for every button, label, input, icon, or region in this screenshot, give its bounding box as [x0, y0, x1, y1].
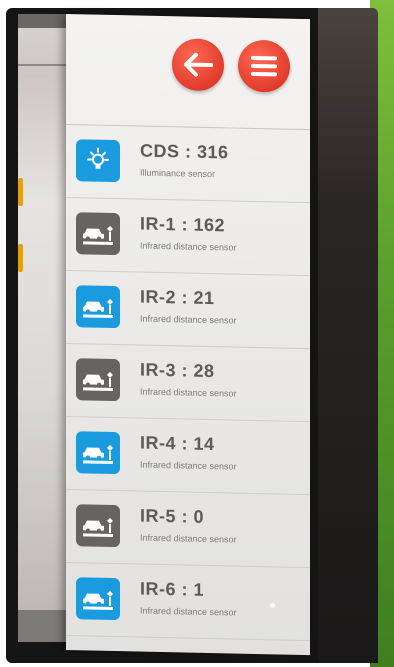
sensor-list: CDS : 316 Illuminance sensor IR-1 : 162 …	[66, 125, 310, 642]
sensor-type: Illuminance sensor	[140, 167, 216, 180]
background-tab-marker	[18, 178, 23, 206]
car-distance-icon	[76, 504, 120, 548]
screen-glare	[270, 603, 275, 608]
panel-header	[66, 14, 310, 131]
sensor-value: CDS : 316	[140, 140, 229, 163]
hamburger-menu-icon	[250, 55, 278, 78]
arrow-left-icon	[183, 52, 213, 77]
sensor-type: Infrared distance sensor	[140, 605, 237, 618]
sensor-row-ir-4[interactable]: IR-4 : 14 Infrared distance sensor	[66, 417, 310, 496]
sensor-row-cds[interactable]: CDS : 316 Illuminance sensor	[66, 125, 310, 204]
car-distance-icon	[76, 212, 120, 256]
tablet-bezel	[318, 8, 378, 663]
background-divider	[18, 64, 70, 66]
car-distance-icon	[76, 285, 120, 329]
sensor-value: IR-3 : 28	[140, 359, 215, 382]
back-button[interactable]	[172, 38, 224, 92]
background-bottom-bar	[18, 610, 70, 642]
sensor-value: IR-2 : 21	[140, 286, 215, 309]
background-screen	[18, 14, 70, 642]
sensor-row-ir-1[interactable]: IR-1 : 162 Infrared distance sensor	[66, 198, 310, 277]
sensor-row-ir-5[interactable]: IR-5 : 0 Infrared distance sensor	[66, 490, 310, 569]
car-distance-icon	[76, 358, 120, 402]
lightbulb-icon	[76, 139, 120, 183]
sensor-value: IR-1 : 162	[140, 213, 226, 236]
sensor-type: Infrared distance sensor	[140, 386, 237, 399]
background-tab-marker	[18, 244, 23, 272]
sensor-row-ir-6[interactable]: IR-6 : 1 Infrared distance sensor	[66, 563, 310, 642]
sensor-value: IR-5 : 0	[140, 505, 205, 527]
sensor-panel: CDS : 316 Illuminance sensor IR-1 : 162 …	[66, 14, 310, 656]
sensor-row-ir-3[interactable]: IR-3 : 28 Infrared distance sensor	[66, 344, 310, 423]
sensor-row-ir-2[interactable]: IR-2 : 21 Infrared distance sensor	[66, 271, 310, 350]
sensor-type: Infrared distance sensor	[140, 532, 237, 545]
sensor-value: IR-4 : 14	[140, 432, 215, 455]
menu-button[interactable]	[238, 39, 290, 93]
sensor-type: Infrared distance sensor	[140, 459, 237, 472]
sensor-value: IR-6 : 1	[140, 578, 205, 600]
car-distance-icon	[76, 577, 120, 621]
background-top-bar	[18, 14, 70, 28]
sensor-type: Infrared distance sensor	[140, 313, 237, 326]
car-distance-icon	[76, 431, 120, 475]
sensor-type: Infrared distance sensor	[140, 240, 237, 253]
